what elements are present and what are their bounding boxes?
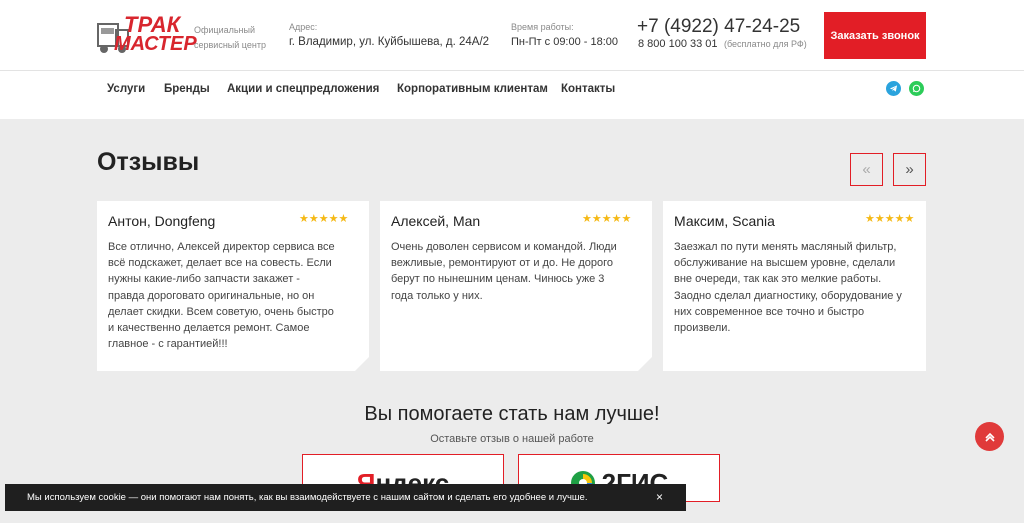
cta-subtitle: Оставьте отзыв о нашей работе [430,433,594,445]
reviews-prev-button[interactable]: « [850,153,883,186]
review-card: Антон, Dongfeng ★★★★★ Все отлично, Алекс… [97,201,369,371]
reviews-title: Отзывы [97,148,200,176]
nav-item-services[interactable]: Услуги [107,83,145,95]
nav-item-contacts[interactable]: Контакты [561,83,615,95]
cookie-banner: Мы используем cookie — они помогают нам … [5,484,686,511]
review-author: Максим, Scania [674,213,775,229]
review-text: Заезжал по пути менять масляный фильтр, … [674,241,902,335]
review-text: Очень доволен сервисом и командой. Люди … [391,241,617,302]
review-text: Все отлично, Алексей директор сервиса вс… [108,241,335,351]
main-nav: Услуги Бренды Акции и спецпредложения Ко… [0,71,1024,119]
review-author: Антон, Dongfeng [108,213,216,229]
nav-item-promotions[interactable]: Акции и спецпредложения [227,83,379,95]
review-card: Максим, Scania ★★★★★ Заезжал по пути мен… [663,201,926,371]
review-card: Алексей, Man ★★★★★ Очень доволен сервисо… [380,201,652,371]
hours-label: Время работы: [511,22,574,32]
reviews-next-button[interactable]: » [893,153,926,186]
logo-text-line2: МАСТЕР [114,33,197,55]
review-author: Алексей, Man [391,213,481,229]
phone-main-link[interactable]: +7 (4922) 47-24-25 [637,16,800,38]
telegram-icon[interactable] [886,81,901,96]
order-callback-button[interactable]: Заказать звонок [824,12,926,59]
review-stars-icon: ★★★★★ [299,213,349,225]
nav-item-brands[interactable]: Бренды [164,83,210,95]
card-corner [638,357,652,371]
card-corner [355,357,369,371]
hours-value: Пн-Пт с 09:00 - 18:00 [511,36,619,48]
address-label: Адрес: [289,22,318,32]
scroll-to-top-button[interactable] [975,422,1004,451]
tagline: Официальный сервисный центр [194,25,266,50]
chevron-up-icon [984,432,995,442]
address-value: г. Владимир, ул. Куйбышева, д. 24А/2 [289,36,490,48]
cta-title: Вы помогаете стать нам лучше! [364,403,660,425]
review-stars-icon: ★★★★★ [582,213,632,225]
site-header: ТРАК МАСТЕР Официальный сервисный центр … [0,0,1024,71]
nav-item-corporate[interactable]: Корпоративным клиентам [397,83,548,95]
whatsapp-icon[interactable] [909,81,924,96]
phone-free-note: (бесплатно для РФ) [724,39,807,49]
cookie-text: Мы используем cookie — они помогают нам … [27,492,588,503]
phone-free-link[interactable]: 8 800 100 33 01 [638,38,718,50]
logo[interactable]: ТРАК МАСТЕР [96,12,197,58]
review-stars-icon: ★★★★★ [865,213,915,225]
close-icon[interactable]: × [656,490,663,504]
